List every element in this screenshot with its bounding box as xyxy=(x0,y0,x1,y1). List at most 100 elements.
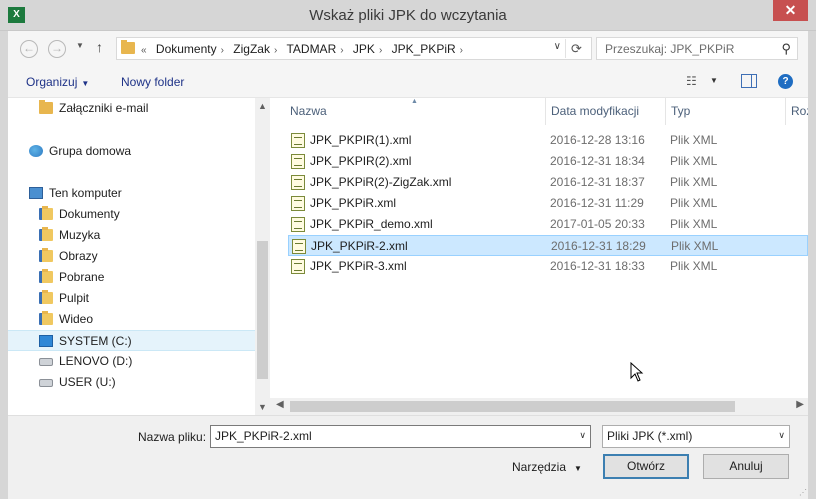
scroll-up-icon[interactable]: ▲ xyxy=(258,101,267,111)
organize-button[interactable]: Organizuj ▼ xyxy=(26,75,89,89)
xml-file-icon xyxy=(291,259,305,274)
breadcrumb-overflow-icon[interactable]: « xyxy=(141,45,147,56)
filetype-select[interactable]: Pliki JPK (*.xml) ∨ xyxy=(602,425,790,448)
file-row[interactable]: JPK_PKPiR-3.xml 2016-12-31 18:33 Plik XM… xyxy=(288,256,808,277)
title-bar: X Wskaż pliki JPK do wczytania ✕ xyxy=(0,0,816,31)
file-name: JPK_PKPiR-2.xml xyxy=(311,239,408,253)
file-name: JPK_PKPiR(2)-ZigZak.xml xyxy=(310,175,452,189)
nav-item-pictures[interactable]: Obrazy xyxy=(8,246,255,267)
file-name: JPK_PKPiR-3.xml xyxy=(310,259,407,273)
nav-item-label: LENOVO (D:) xyxy=(59,354,133,368)
breadcrumb-item[interactable]: Dokumenty xyxy=(156,42,217,56)
nav-item-email-attachments[interactable]: Załączniki e-mail xyxy=(8,98,255,119)
xml-file-icon xyxy=(291,196,305,211)
file-list: ▲ Nazwa Data modyfikacji Typ Roz JPK_PKP… xyxy=(270,98,808,415)
file-row[interactable]: JPK_PKPiR_demo.xml 2017-01-05 20:33 Plik… xyxy=(288,214,808,235)
nav-item-music[interactable]: Muzyka xyxy=(8,225,255,246)
scroll-left-icon[interactable]: ◀ xyxy=(276,399,284,410)
chevron-down-icon[interactable]: ∨ xyxy=(554,41,561,52)
file-row-selected[interactable]: JPK_PKPiR-2.xml 2016-12-31 18:29 Plik XM… xyxy=(288,235,808,256)
nav-item-label: Pobrane xyxy=(59,270,105,284)
view-options-icon[interactable]: ☷ xyxy=(686,74,697,88)
nav-item-label: Dokumenty xyxy=(59,207,120,221)
nav-item-homegroup[interactable]: Grupa domowa xyxy=(8,141,255,162)
help-icon[interactable]: ? xyxy=(778,74,793,89)
music-folder-icon xyxy=(39,227,53,241)
breadcrumb-item[interactable]: JPK xyxy=(353,42,375,56)
nav-item-downloads[interactable]: Pobrane xyxy=(8,267,255,288)
chevron-right-icon[interactable]: › xyxy=(460,45,463,56)
nav-item-label: Ten komputer xyxy=(49,186,122,200)
file-row[interactable]: JPK_PKPiR(2)-ZigZak.xml 2016-12-31 18:37… xyxy=(288,172,808,193)
caret-down-icon[interactable]: ▼ xyxy=(710,76,718,85)
recent-locations-chevron-icon[interactable]: ▼ xyxy=(76,41,84,50)
open-button[interactable]: Otwórz xyxy=(603,454,689,479)
refresh-icon[interactable]: ⟳ xyxy=(565,39,587,58)
chevron-right-icon[interactable]: › xyxy=(340,45,343,56)
cancel-button[interactable]: Anuluj xyxy=(703,454,789,479)
file-row[interactable]: JPK_PKPIR(2).xml 2016-12-31 18:34 Plik X… xyxy=(288,151,808,172)
column-header-type[interactable]: Typ xyxy=(671,98,785,125)
up-arrow-icon[interactable]: ↑ xyxy=(96,39,103,55)
filename-field[interactable]: JPK_PKPiR-2.xml ∨ xyxy=(210,425,591,448)
nav-item-label: Grupa domowa xyxy=(49,144,132,158)
back-button[interactable]: ← xyxy=(20,40,38,58)
column-header-name[interactable]: Nazwa xyxy=(290,98,544,125)
scroll-down-icon[interactable]: ▼ xyxy=(258,402,267,412)
file-date: 2016-12-28 13:16 xyxy=(550,133,645,147)
filename-label: Nazwa pliku: xyxy=(138,430,207,444)
xml-file-icon xyxy=(291,175,305,190)
breadcrumb-item[interactable]: ZigZak xyxy=(233,42,270,56)
nav-item-lenovo-drive[interactable]: LENOVO (D:) xyxy=(8,351,255,372)
nav-item-desktop[interactable]: Pulpit xyxy=(8,288,255,309)
nav-item-system-drive[interactable]: SYSTEM (C:) xyxy=(8,330,255,351)
nav-item-label: Wideo xyxy=(59,312,94,326)
scroll-right-icon[interactable]: ▶ xyxy=(796,399,804,410)
file-name: JPK_PKPIR(2).xml xyxy=(310,154,412,168)
scrollbar-thumb[interactable] xyxy=(290,401,735,412)
column-header-date[interactable]: Data modyfikacji xyxy=(551,98,665,125)
tools-button[interactable]: Narzędzia ▼ xyxy=(512,460,582,474)
search-input[interactable]: Przeszukaj: JPK_PKPiR ⚲ xyxy=(596,37,798,60)
file-row[interactable]: JPK_PKPIR(1).xml 2016-12-28 13:16 Plik X… xyxy=(288,130,808,151)
chevron-right-icon[interactable]: › xyxy=(221,45,224,56)
window-frame-right xyxy=(808,31,816,499)
folder-icon xyxy=(121,40,135,54)
nav-item-documents[interactable]: Dokumenty xyxy=(8,204,255,225)
column-divider[interactable] xyxy=(665,98,666,125)
nav-item-this-pc[interactable]: Ten komputer xyxy=(8,183,255,204)
nav-item-label: Pulpit xyxy=(59,291,90,305)
chevron-right-icon[interactable]: › xyxy=(379,45,382,56)
column-divider[interactable] xyxy=(785,98,786,125)
resize-grip-icon[interactable]: ⋰ xyxy=(799,488,807,497)
navigation-pane-scrollbar[interactable]: ▲ ▼ xyxy=(255,98,270,415)
horizontal-scrollbar[interactable]: ◀ ▶ xyxy=(270,398,808,415)
preview-pane-icon[interactable] xyxy=(741,74,757,88)
breadcrumb-item[interactable]: TADMAR xyxy=(286,42,336,56)
column-divider[interactable] xyxy=(545,98,546,125)
breadcrumb: « Dokumenty › ZigZak › TADMAR › JPK › JPK_PK… xyxy=(141,42,469,56)
file-row[interactable]: JPK_PKPiR.xml 2016-12-31 11:29 Plik XML xyxy=(288,193,808,214)
scrollbar-thumb[interactable] xyxy=(257,241,268,379)
chevron-down-icon[interactable]: ∨ xyxy=(579,430,586,441)
close-button[interactable]: ✕ xyxy=(773,0,808,21)
xml-file-icon xyxy=(291,133,305,148)
file-type: Plik XML xyxy=(671,239,719,253)
dialog-footer: Nazwa pliku: JPK_PKPiR-2.xml ∨ Pliki JPK… xyxy=(8,415,808,499)
breadcrumb-item[interactable]: JPK_PKPiR xyxy=(392,42,456,56)
search-icon[interactable]: ⚲ xyxy=(781,41,791,57)
forward-button[interactable]: → xyxy=(48,40,66,58)
nav-item-video[interactable]: Wideo xyxy=(8,309,255,330)
file-type: Plik XML xyxy=(670,133,718,147)
file-name: JPK_PKPiR_demo.xml xyxy=(310,217,433,231)
file-date: 2016-12-31 18:34 xyxy=(550,154,645,168)
drive-icon xyxy=(39,358,53,366)
pictures-folder-icon xyxy=(39,248,53,262)
address-bar[interactable]: « Dokumenty › ZigZak › TADMAR › JPK › JPK_PK… xyxy=(116,37,592,60)
column-header-size[interactable]: Roz xyxy=(791,98,808,125)
nav-item-user-drive[interactable]: USER (U:) xyxy=(8,372,255,393)
new-folder-button[interactable]: Nowy folder xyxy=(121,75,184,89)
file-type: Plik XML xyxy=(670,175,718,189)
chevron-right-icon[interactable]: › xyxy=(274,45,277,56)
chevron-down-icon[interactable]: ∨ xyxy=(778,430,785,441)
